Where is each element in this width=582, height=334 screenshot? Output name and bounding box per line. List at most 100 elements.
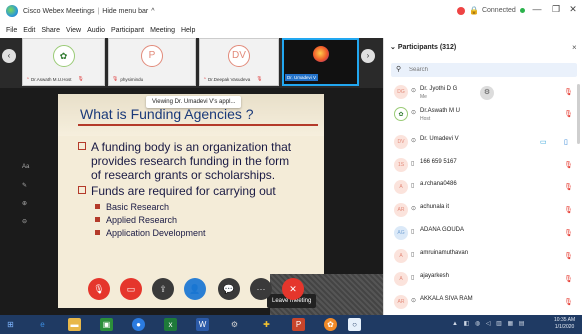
thumbnail-name: Dr.Deepak Vasudeva — [208, 76, 251, 82]
slide-bullet: A funding body is an organization that — [78, 140, 291, 154]
participant-row[interactable]: A ▯ amruinamuthavan 🎙 — [384, 246, 582, 267]
mic-muted-icon[interactable]: 🎙 — [564, 183, 573, 191]
mic-muted-icon[interactable]: 🎙 — [564, 298, 573, 306]
mic-muted-icon[interactable]: 🎙 — [564, 229, 573, 237]
menu-audio[interactable]: Audio — [87, 27, 105, 34]
video-thumbnail[interactable]: ✿ ◔ Dr.Aswath M.U.Host 🎙 — [22, 38, 105, 86]
store-icon[interactable]: ▣ — [100, 318, 113, 331]
system-tray[interactable]: ▲ ◧ ◍ ◁ ▥ ▦ ▤ — [452, 320, 526, 327]
slide-subitem: Applied Research — [95, 215, 177, 225]
participant-row[interactable]: AR ⊙ AKKALA SIVA RAM 🎙 — [384, 292, 582, 313]
word-icon[interactable]: W — [196, 318, 209, 331]
bullet-box-icon — [78, 186, 86, 194]
participants-header[interactable]: ⌄ Participants (312) — [390, 43, 456, 51]
menu-help[interactable]: Help — [181, 27, 195, 34]
title-bar: Cisco Webex Meetings | Hide menu bar ^ 🔒… — [0, 0, 582, 22]
menu-view[interactable]: View — [66, 27, 81, 34]
ie-icon[interactable]: e — [36, 318, 49, 331]
participant-search[interactable]: ⚲ — [391, 63, 577, 77]
participant-row[interactable]: DV ⊙ Dr. Umadevi V ▭ ▯ — [384, 132, 582, 153]
powerpoint-icon[interactable]: P — [292, 318, 305, 331]
mic-muted-icon: 🎙 — [77, 76, 84, 82]
mic-muted-icon[interactable]: 🎙 — [564, 88, 573, 96]
slide-bullet-continued: provides research funding in the form — [91, 154, 290, 168]
chat-button[interactable]: 💬 — [218, 278, 240, 300]
mic-muted-icon[interactable]: 🎙 — [564, 110, 573, 118]
bullet-text: Funds are required for carrying out — [91, 184, 276, 198]
thumbnail-name: physimindu — [120, 76, 144, 82]
excel-icon[interactable]: x — [164, 318, 177, 331]
app-title: Cisco Webex Meetings — [23, 7, 95, 15]
start-icon[interactable]: ⊞ — [4, 318, 17, 331]
video-thumbnail[interactable]: P 🎙 physimindu — [108, 38, 196, 86]
meeting-stage: ‹ ✿ ◔ Dr.Aswath M.U.Host 🎙 P 🎙 physimind… — [0, 38, 383, 315]
status-dot-icon — [519, 8, 525, 13]
avatar: DV — [394, 135, 408, 149]
participants-button[interactable]: 👤 — [184, 278, 206, 300]
minimize-button[interactable]: — — [530, 4, 544, 14]
webex-taskbar-icon[interactable]: ✿ — [324, 318, 337, 331]
video-thumbnail-active[interactable]: Dr. Umadevi V — [282, 38, 359, 86]
mic-muted-icon[interactable]: 🎙 — [564, 275, 573, 283]
org-logo-avatar: ✿ — [52, 45, 75, 67]
mic-muted-icon[interactable]: 🎙 — [564, 206, 573, 214]
participant-name: Dr. Umadevi V — [420, 136, 459, 142]
avatar: DV — [228, 45, 250, 67]
taskbar-clock[interactable]: 10:35 AM 1/1/2020 — [554, 317, 575, 331]
lock-icon: 🔒 — [469, 6, 479, 15]
participant-options-icon[interactable]: ⚙ — [480, 86, 494, 100]
mic-active-icon[interactable]: ▯ — [564, 138, 568, 146]
tools-icon[interactable]: ✚ — [260, 318, 273, 331]
video-thumbnail[interactable]: DV ◔ Dr.Deepak Vasudeva 🎙 — [199, 38, 279, 86]
participant-row[interactable]: 1S ▯ 166 659 5167 🎙 — [384, 155, 582, 176]
pen-tool-icon[interactable]: ✎ — [22, 182, 27, 189]
mic-muted-icon[interactable]: 🎙 — [564, 161, 573, 169]
zoom-out-icon[interactable]: ⊖ — [22, 218, 27, 225]
hide-menu-bar-link[interactable]: Hide menu bar — [102, 8, 148, 15]
participants-panel: ⌄ Participants (312) × ⚲ DG ⊙ Dr. Jyothi… — [383, 38, 582, 315]
participant-row[interactable]: AR ⊙ achunala it 🎙 — [384, 200, 582, 221]
share-button[interactable]: ⇪ — [152, 278, 174, 300]
more-options-button[interactable]: ··· — [250, 278, 272, 300]
participant-row[interactable]: A ▯ ajayarkesh 🎙 — [384, 269, 582, 290]
search-input[interactable] — [409, 65, 569, 75]
menu-share[interactable]: Share — [41, 27, 60, 34]
close-button[interactable]: ✕ — [566, 4, 580, 15]
participant-name: Dr. Jyothi D G — [420, 86, 458, 92]
thumbnail-caption: ◔ Dr.Deepak Vasudeva 🎙 — [203, 76, 275, 82]
close-panel-icon[interactable]: × — [572, 43, 577, 52]
restore-button[interactable]: ❐ — [549, 4, 563, 15]
mic-muted-icon[interactable]: 🎙 — [564, 252, 573, 260]
connection-status[interactable]: 🔒 Connected — [457, 6, 525, 15]
participant-row[interactable]: ✿ ⊙ Dr.Aswath M U Host 🎙 — [384, 104, 582, 125]
annotation-tools: Aa ✎ ⊕ ⊖ — [17, 164, 37, 284]
bullet-box-icon — [78, 142, 86, 150]
active-window-icon[interactable]: ○ — [348, 318, 361, 331]
participant-row[interactable]: AG ▯ ADANA GOUDA 🎙 — [384, 223, 582, 244]
viewing-banner[interactable]: Viewing Dr. Umadevi V's appl... — [146, 96, 242, 108]
slide-bullet: Funds are required for carrying out — [78, 184, 276, 198]
mute-button[interactable]: 🎙 — [88, 278, 110, 300]
phone-icon: ▯ — [411, 161, 415, 167]
participant-row[interactable]: A ▯ a.rchana0486 🎙 — [384, 177, 582, 198]
menu-file[interactable]: File — [6, 27, 17, 34]
device-icon: ⊙ — [411, 206, 417, 212]
chevron-up-icon[interactable]: ^ — [151, 8, 154, 15]
avatar: 1S — [394, 158, 408, 172]
leave-meeting-button[interactable]: ✕ — [282, 278, 304, 300]
folder-icon[interactable]: ▬ — [68, 318, 81, 331]
participant-row[interactable]: DG ⊙ Dr. Jyothi D G Me ⚙ 🎙 — [384, 82, 582, 103]
next-arrow-icon[interactable]: › — [361, 49, 375, 63]
menu-meeting[interactable]: Meeting — [150, 27, 175, 34]
stop-video-button[interactable]: ▭ — [120, 278, 142, 300]
settings-icon[interactable]: ⚙ — [228, 318, 241, 331]
menu-participant[interactable]: Participant — [111, 27, 144, 34]
previous-arrow-icon[interactable]: ‹ — [2, 49, 16, 63]
thumbnail-name: Dr.Aswath M.U.Host — [31, 76, 72, 82]
menu-edit[interactable]: Edit — [23, 27, 35, 34]
zoom-in-icon[interactable]: ⊕ — [22, 200, 27, 207]
text-tool-icon[interactable]: Aa — [22, 164, 29, 170]
phone-icon: ▯ — [411, 183, 415, 189]
clock-time: 10:35 AM — [554, 317, 576, 323]
chrome-icon[interactable]: ● — [132, 318, 145, 331]
